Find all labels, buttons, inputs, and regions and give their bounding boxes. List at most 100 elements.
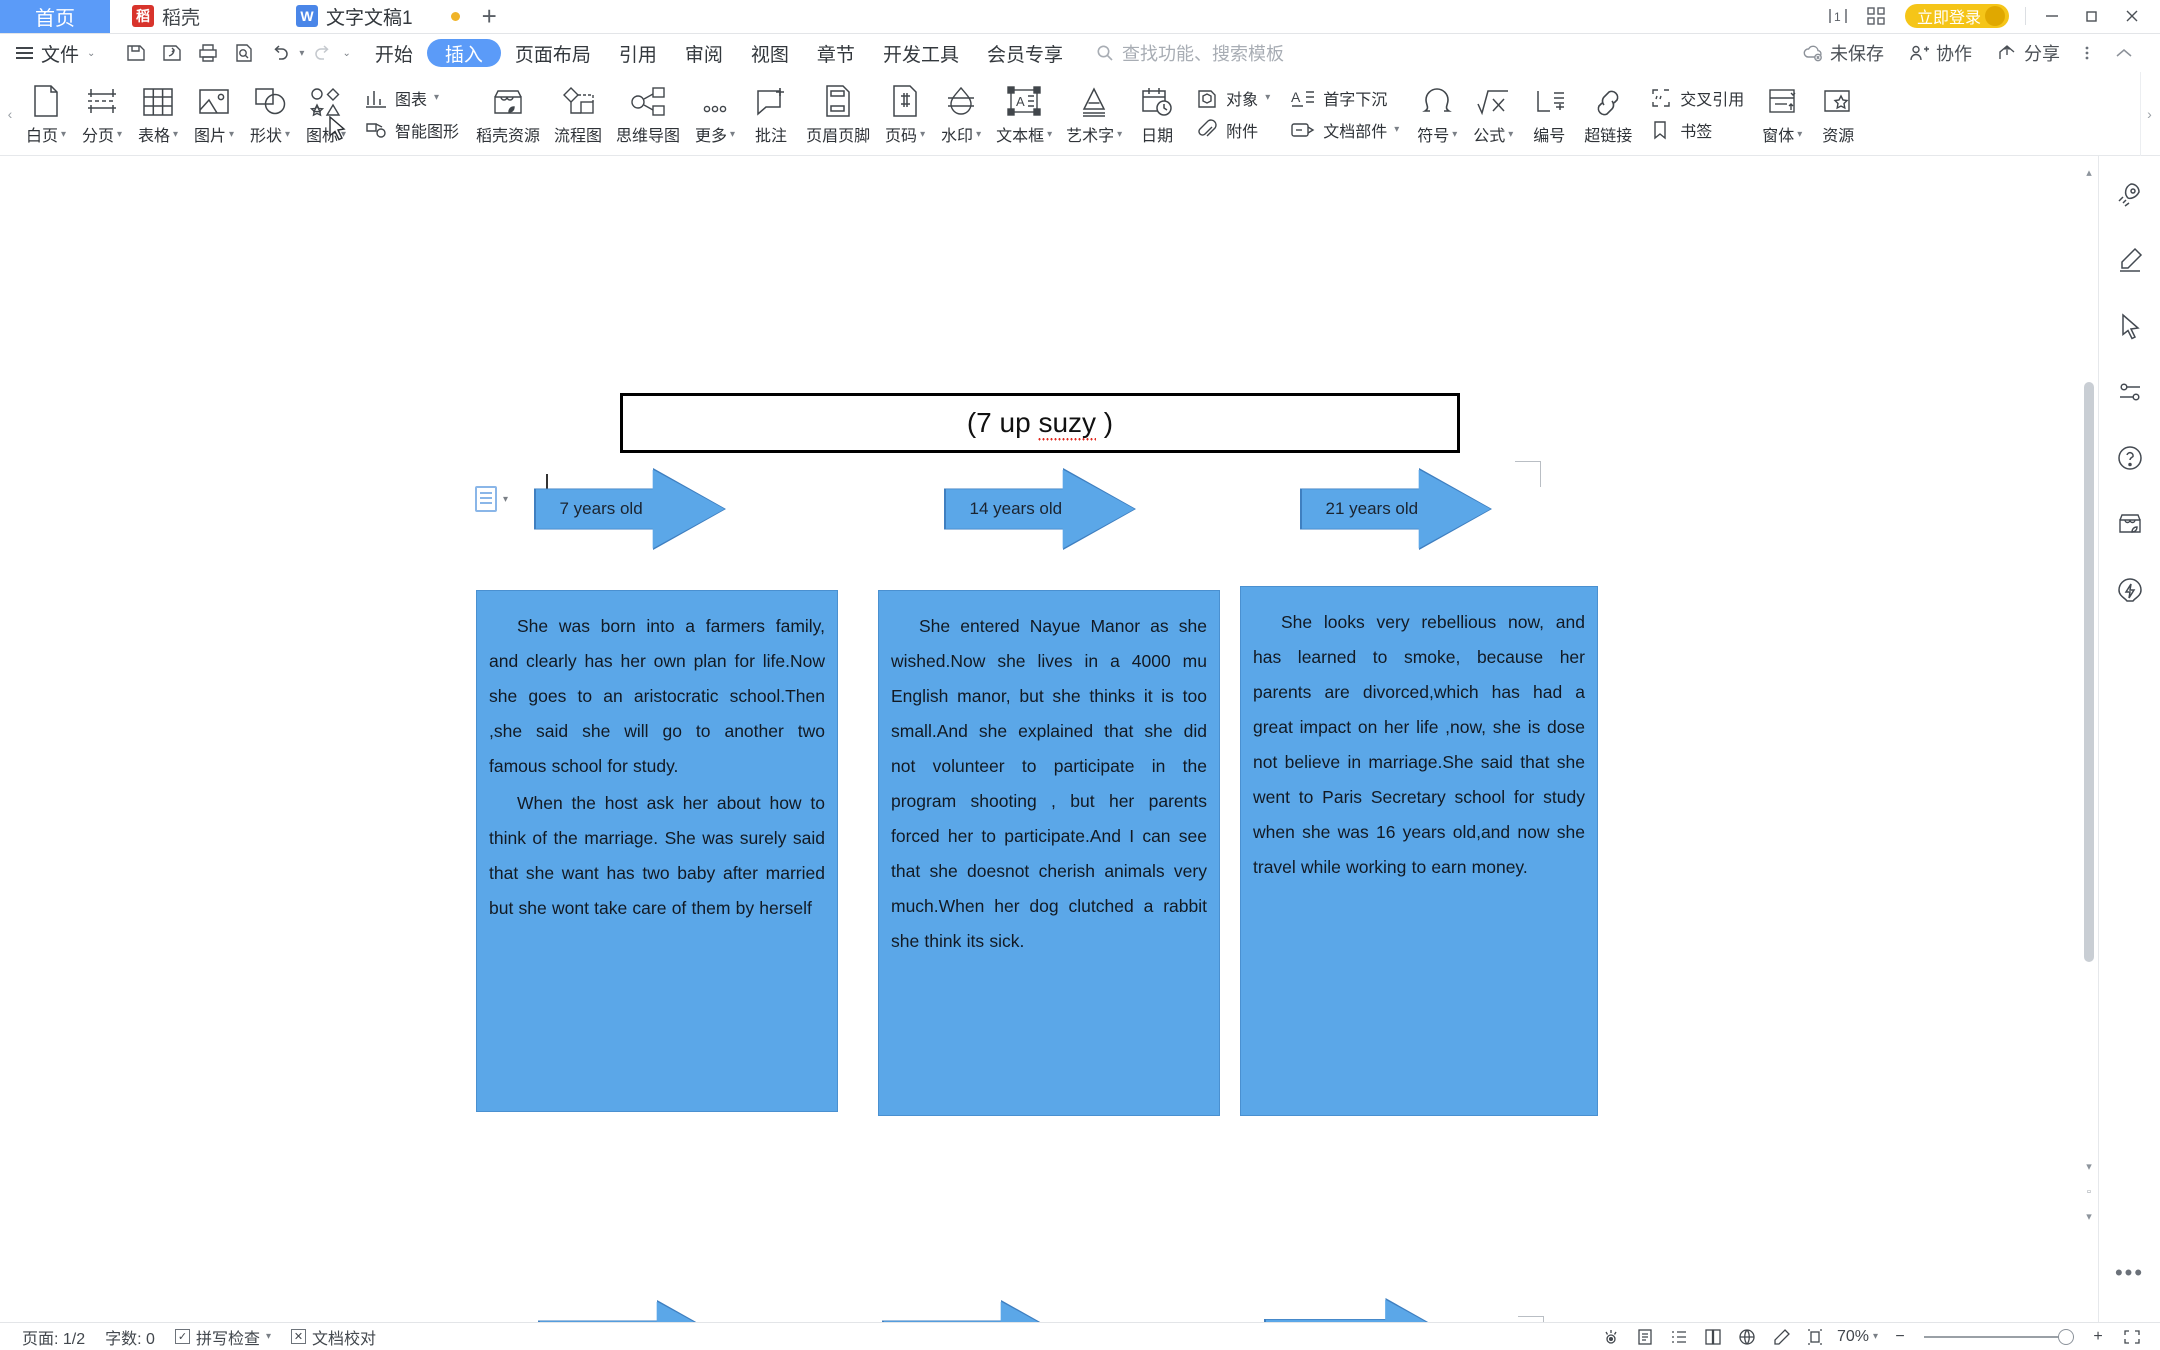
unsaved-status[interactable]: 未保存: [1792, 38, 1894, 68]
title-textbox[interactable]: (7 up suzy ): [620, 393, 1460, 453]
minimize-button[interactable]: [2032, 0, 2072, 33]
rocket-icon[interactable]: [2110, 174, 2150, 214]
cursor-select-icon[interactable]: [2110, 306, 2150, 346]
ribbon-more[interactable]: 更多 ▾: [687, 74, 743, 154]
ribbon-cross-reference[interactable]: 交叉引用: [1643, 83, 1750, 113]
document-scroll-area[interactable]: (7 up suzy ) ▾ 7 years old 14 years old …: [0, 156, 2098, 1322]
tab-home[interactable]: 首页: [0, 0, 110, 33]
save-icon[interactable]: [119, 38, 153, 68]
arrow-28-years[interactable]: 28 years old: [539, 1301, 729, 1322]
menu-item-start[interactable]: 开始: [361, 38, 427, 68]
ribbon-symbol[interactable]: 符号 ▾: [1409, 74, 1465, 154]
vertical-scrollbar[interactable]: ▴ ▾ ▫ ▾: [2080, 156, 2098, 1322]
ribbon-bookmark[interactable]: 书签: [1643, 115, 1750, 145]
proofread-toggle[interactable]: ✕ 文档校对: [281, 1325, 386, 1349]
ribbon-attachment[interactable]: 附件: [1189, 115, 1276, 145]
arrow-21-years[interactable]: 21 years old: [1301, 469, 1491, 549]
story-box-14-years[interactable]: She entered Nayue Manor as she wished.No…: [878, 590, 1220, 1116]
zoom-level[interactable]: 70% ▾: [1833, 1328, 1882, 1346]
ribbon-docer-resource[interactable]: 稻壳资源: [469, 74, 547, 154]
scroll-prev-page-button[interactable]: ▾: [2082, 1158, 2096, 1174]
save-as-icon[interactable]: [155, 38, 189, 68]
maximize-button[interactable]: [2072, 0, 2112, 33]
ribbon-comment[interactable]: 批注: [743, 74, 799, 154]
print-preview-icon[interactable]: [227, 38, 261, 68]
ribbon-shapes[interactable]: 形状 ▾: [242, 74, 298, 154]
document-page[interactable]: (7 up suzy ) ▾ 7 years old 14 years old …: [0, 156, 2070, 1322]
ribbon-numbering[interactable]: 编号: [1521, 74, 1577, 154]
arrow-7-years[interactable]: 7 years old: [535, 469, 725, 549]
page-count-icon[interactable]: 1: [1819, 0, 1857, 33]
login-button[interactable]: 立即登录: [1904, 4, 2009, 28]
menu-item-dev-tools[interactable]: 开发工具: [869, 38, 973, 68]
customize-toolbar-icon[interactable]: ⌄: [342, 48, 350, 59]
collaborate-button[interactable]: 协作: [1898, 38, 1982, 68]
sliders-icon[interactable]: [2110, 372, 2150, 412]
ribbon-formula[interactable]: 公式 ▾: [1465, 74, 1521, 154]
outline-view-icon[interactable]: [1663, 1325, 1695, 1349]
search-input[interactable]: 查找功能、搜索模板: [1095, 40, 1284, 66]
two-page-icon[interactable]: [1697, 1325, 1729, 1349]
share-button[interactable]: 分享: [1986, 38, 2070, 68]
undo-dropdown-icon[interactable]: ▾: [299, 48, 304, 59]
ribbon-doc-parts[interactable]: 文档部件 ▾: [1284, 115, 1405, 145]
ribbon-textbox[interactable]: A 文本框 ▾: [989, 74, 1059, 154]
page-marker-icon[interactable]: ▫: [2082, 1184, 2096, 1200]
new-tab-button[interactable]: +: [482, 1, 497, 32]
page-indicator[interactable]: 页面: 1/2: [12, 1325, 95, 1349]
zoom-slider-knob[interactable]: [2058, 1328, 2074, 1345]
paste-options-button[interactable]: ▾: [475, 486, 508, 512]
story-box-21-years[interactable]: She looks very rebellious now, and has l…: [1240, 586, 1598, 1116]
pen-brush-icon[interactable]: [2110, 240, 2150, 280]
menu-item-view[interactable]: 视图: [737, 38, 803, 68]
web-view-icon[interactable]: [1731, 1325, 1763, 1349]
help-icon[interactable]: [2110, 438, 2150, 478]
docer-shop-icon[interactable]: [2110, 504, 2150, 544]
ribbon-chart[interactable]: 图表 ▾: [358, 83, 465, 113]
fullscreen-icon[interactable]: [2116, 1325, 2148, 1349]
arrow-42-years[interactable]: 42 years old: [1265, 1299, 1459, 1322]
ribbon-wordart[interactable]: 艺术字 ▾: [1059, 74, 1129, 154]
story-box-7-years[interactable]: She was born into a farmers family, and …: [476, 590, 838, 1112]
ribbon-hyperlink[interactable]: 超链接: [1577, 74, 1639, 154]
page-view-icon[interactable]: [1629, 1325, 1661, 1349]
ribbon-scroll-left-button[interactable]: ‹: [2, 72, 18, 156]
zoom-out-button[interactable]: −: [1884, 1325, 1916, 1349]
ribbon-flowchart[interactable]: 流程图: [547, 74, 609, 154]
menu-item-references[interactable]: 引用: [605, 38, 671, 68]
sidebar-more-button[interactable]: •••: [2099, 1260, 2160, 1286]
ribbon-watermark[interactable]: 水印 ▾: [933, 74, 989, 154]
ribbon-drop-cap[interactable]: A 首字下沉: [1284, 83, 1405, 113]
ribbon-header-footer[interactable]: 页眉页脚: [799, 74, 877, 154]
ribbon-page-number[interactable]: 页码 ▾: [877, 74, 933, 154]
ribbon-smartart[interactable]: 智能图形: [358, 115, 465, 145]
grid-apps-icon[interactable]: [1857, 0, 1895, 33]
tab-document-1[interactable]: W 文字文稿1: [274, 0, 435, 33]
close-button[interactable]: [2112, 0, 2152, 33]
ribbon-icons[interactable]: 图标 ▾: [298, 74, 354, 154]
menu-item-section[interactable]: 章节: [803, 38, 869, 68]
tab-docer[interactable]: 稻 稻壳: [110, 0, 222, 33]
menu-item-member[interactable]: 会员专享: [973, 38, 1077, 68]
quick-action-icon[interactable]: [2110, 570, 2150, 610]
scroll-up-button[interactable]: ▴: [2082, 164, 2096, 180]
more-options-button[interactable]: [2074, 38, 2100, 68]
ribbon-blank-page[interactable]: 白页 ▾: [18, 74, 74, 154]
file-menu[interactable]: 文件 ⌄: [10, 38, 109, 68]
ribbon-form[interactable]: 窗体 ▾: [1754, 74, 1810, 154]
ribbon-object[interactable]: 对象 ▾: [1189, 83, 1276, 113]
word-count[interactable]: 字数: 0: [95, 1325, 165, 1349]
ribbon-table[interactable]: 表格 ▾: [130, 74, 186, 154]
ribbon-scroll-right-button[interactable]: ›: [2140, 71, 2158, 156]
ribbon-mindmap[interactable]: 思维导图: [609, 74, 687, 154]
focus-mode-icon[interactable]: [1595, 1325, 1627, 1349]
collapse-ribbon-button[interactable]: [2104, 38, 2144, 68]
ribbon-resource[interactable]: 资源: [1810, 74, 1866, 154]
menu-item-insert[interactable]: 插入: [426, 39, 501, 67]
ribbon-page-break[interactable]: 分页 ▾: [74, 74, 130, 154]
ribbon-picture[interactable]: 图片 ▾: [186, 74, 242, 154]
menu-item-review[interactable]: 审阅: [671, 38, 737, 68]
zoom-in-button[interactable]: +: [2082, 1325, 2114, 1349]
redo-icon[interactable]: [306, 38, 340, 68]
ribbon-date[interactable]: 日期: [1129, 74, 1185, 154]
